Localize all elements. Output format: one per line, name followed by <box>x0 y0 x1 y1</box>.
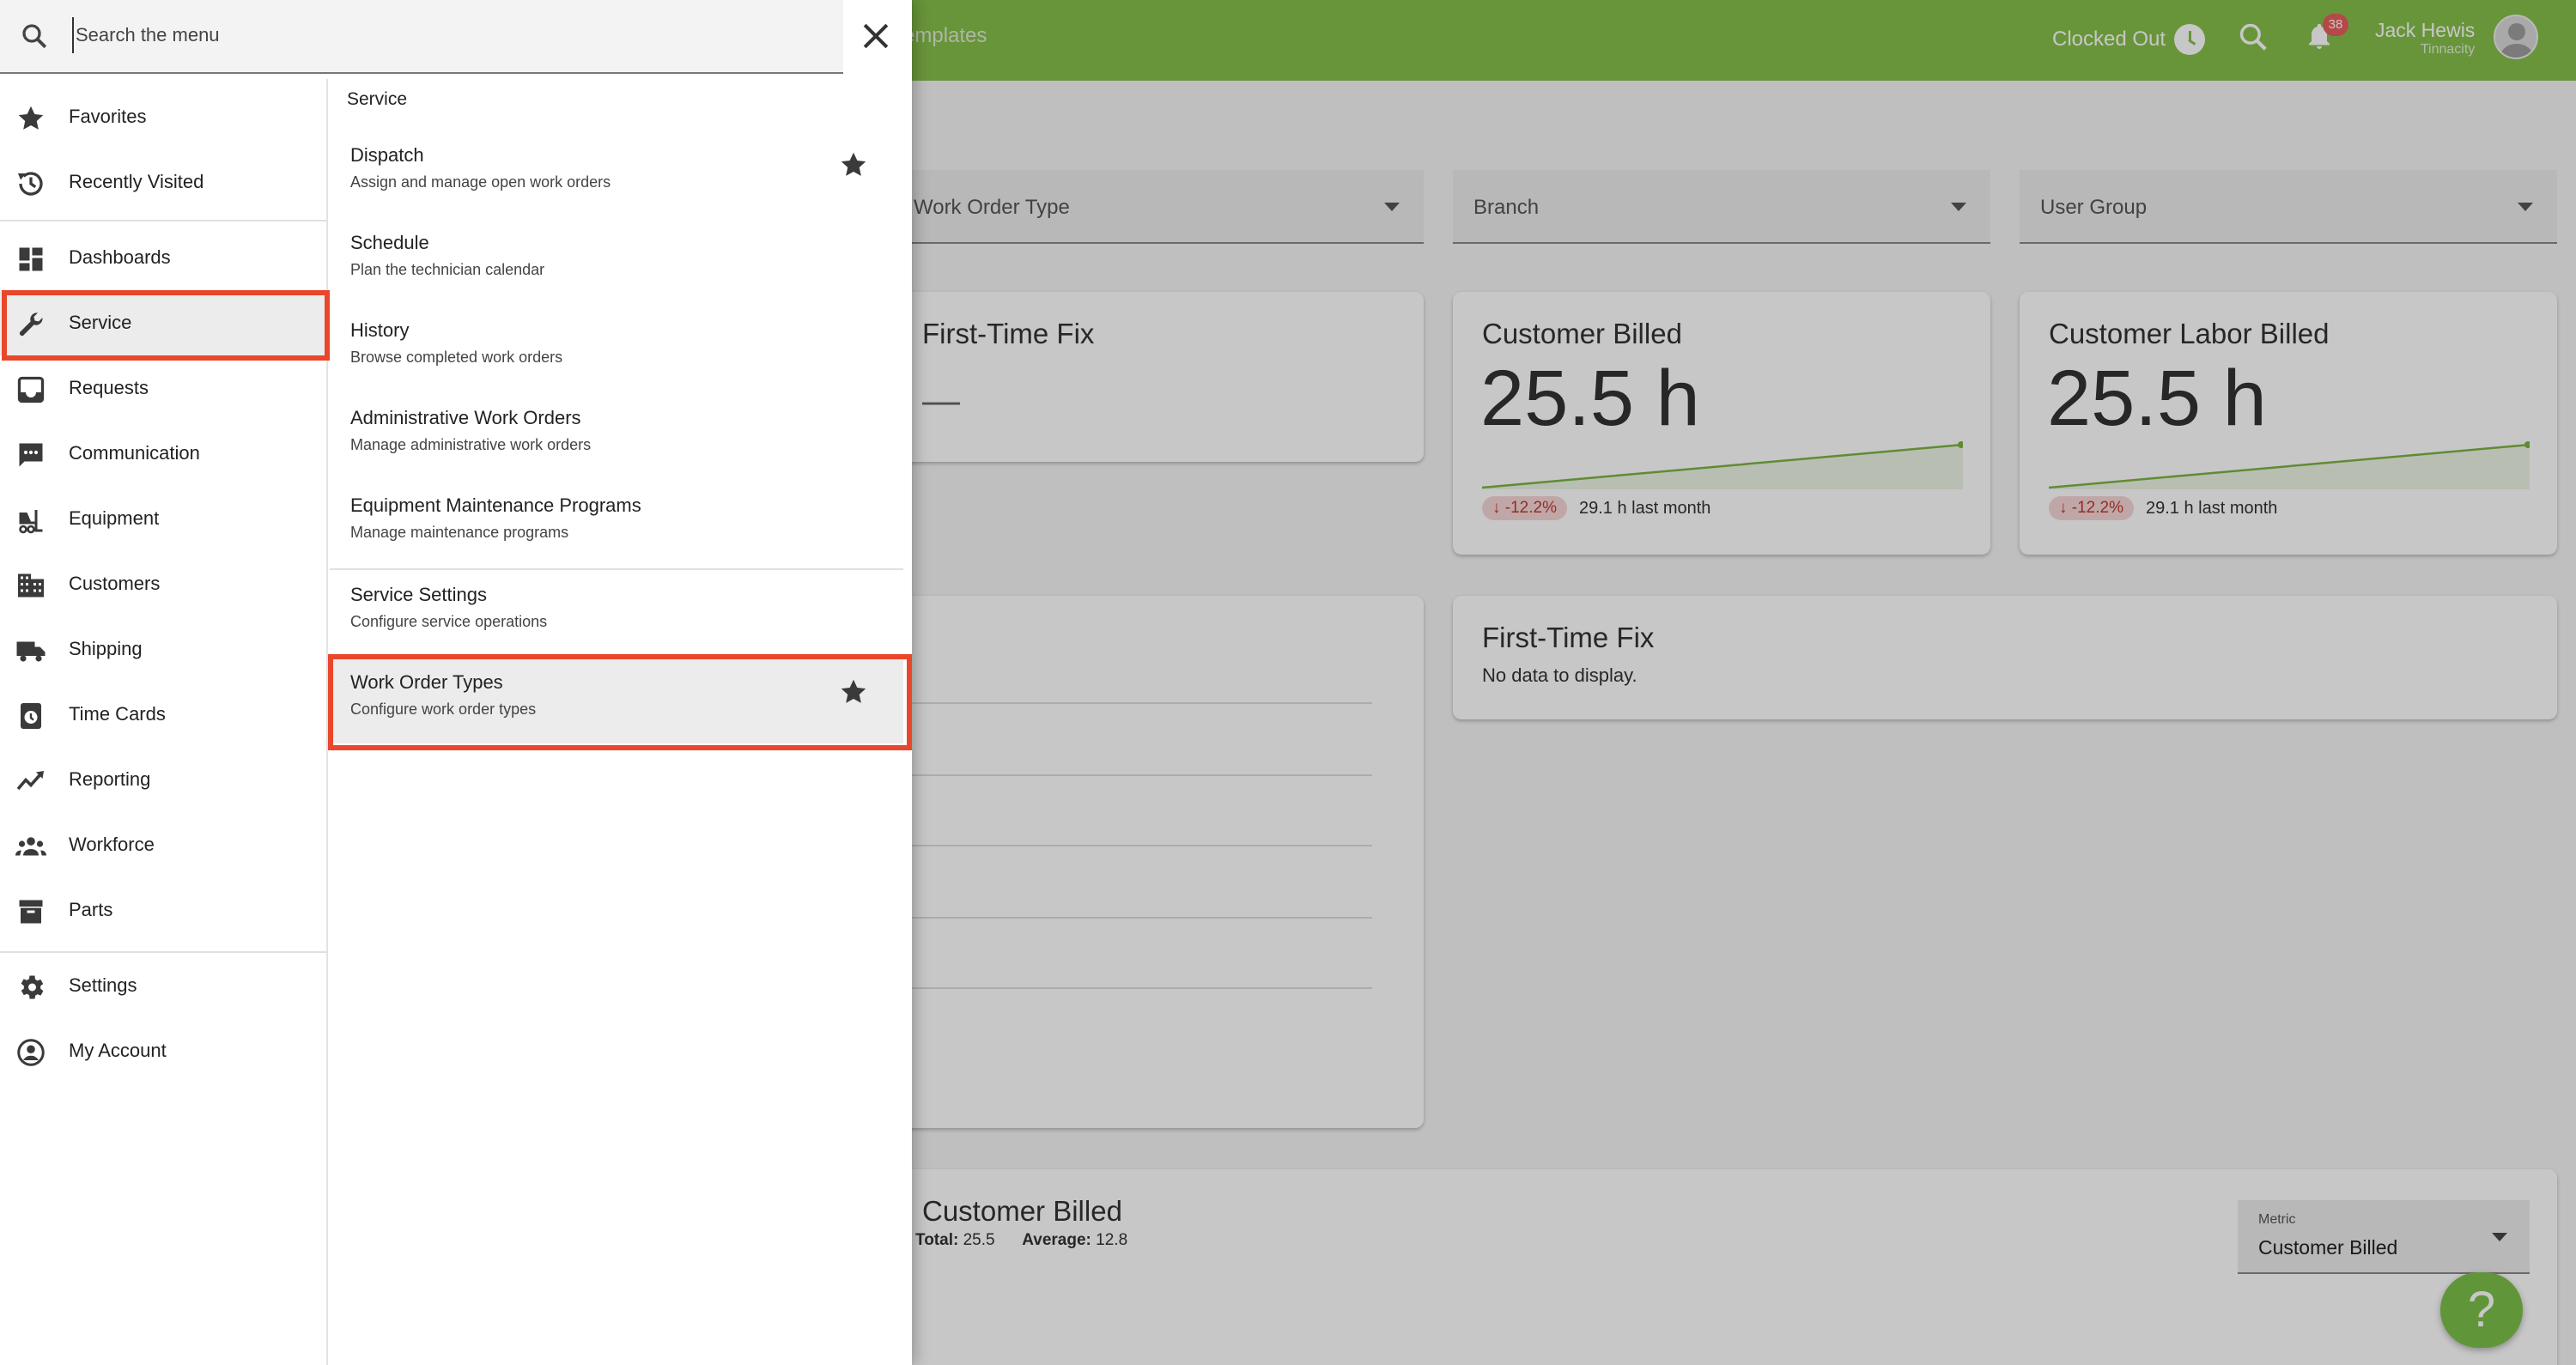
submenu-item-desc: Assign and manage open work orders <box>350 173 611 191</box>
nav-item-label: Settings <box>69 974 137 996</box>
submenu-item-title: Dispatch <box>350 144 424 166</box>
inbox-icon <box>17 376 45 403</box>
nav-item-customers[interactable]: Customers <box>0 551 328 616</box>
gear-icon <box>21 975 44 999</box>
star-icon <box>18 106 44 130</box>
submenu-item-desc: Browse completed work orders <box>350 349 563 366</box>
submenu-item-service-settings[interactable]: Service Settings Configure service opera… <box>330 568 903 656</box>
nav-item-service[interactable]: Service <box>0 290 328 355</box>
submenu-item-title: Work Order Types <box>350 671 503 693</box>
submenu-item-title: Equipment Maintenance Programs <box>350 494 641 516</box>
submenu-item-administrative-work-orders[interactable]: Administrative Work Orders Manage admini… <box>330 391 903 479</box>
nav-item-label: Service <box>69 312 132 333</box>
search-icon <box>22 24 47 49</box>
nav-item-communication[interactable]: Communication <box>0 421 328 486</box>
nav-item-requests[interactable]: Requests <box>0 355 328 421</box>
submenu-item-work-order-types[interactable]: Work Order Types Configure work order ty… <box>330 656 903 743</box>
dashboard-icon <box>19 247 43 271</box>
menu-search-bar <box>0 0 843 74</box>
menu-submenu-column: Service Dispatch Assign and manage open … <box>330 79 912 1365</box>
truck-icon <box>16 641 46 662</box>
nav-item-reporting[interactable]: Reporting <box>0 747 328 812</box>
nav-item-favorites[interactable]: Favorites <box>0 84 328 149</box>
wrench-icon <box>19 312 43 337</box>
trend-icon <box>16 771 44 791</box>
archive-icon <box>19 900 43 924</box>
nav-item-dashboards[interactable]: Dashboards <box>0 225 328 290</box>
chat-icon <box>19 443 43 467</box>
nav-item-label: Requests <box>69 377 149 398</box>
menu-search-input[interactable] <box>72 17 811 53</box>
timecard-icon <box>21 703 41 729</box>
nav-item-label: Time Cards <box>69 703 166 725</box>
nav-item-label: Workforce <box>69 834 155 855</box>
nav-item-label: Favorites <box>69 106 147 127</box>
building-icon <box>18 573 44 598</box>
submenu-section-title: Service <box>347 89 408 109</box>
submenu-item-desc: Plan the technician calendar <box>350 261 545 278</box>
submenu-item-title: Schedule <box>350 232 429 253</box>
nav-item-label: Parts <box>69 899 113 920</box>
submenu-item-schedule[interactable]: Schedule Plan the technician calendar <box>330 216 903 304</box>
nav-item-label: Dashboards <box>69 246 171 268</box>
account-icon <box>17 1039 45 1066</box>
submenu-item-history[interactable]: History Browse completed work orders <box>330 304 903 391</box>
nav-item-parts[interactable]: Parts <box>0 877 328 943</box>
submenu-item-title: Service Settings <box>350 584 487 605</box>
nav-item-shipping[interactable]: Shipping <box>0 616 328 682</box>
close-icon[interactable] <box>857 17 895 55</box>
submenu-item-title: History <box>350 319 410 341</box>
submenu-item-title: Administrative Work Orders <box>350 407 581 428</box>
nav-item-label: Reporting <box>69 768 151 790</box>
nav-item-recently-visited[interactable]: Recently Visited <box>0 149 328 215</box>
nav-item-label: My Account <box>69 1040 167 1061</box>
people-icon <box>15 837 46 856</box>
nav-item-time-cards[interactable]: Time Cards <box>0 682 328 747</box>
menu-drawer: Favorites Recently Visited Dashboards Se… <box>0 0 912 1365</box>
submenu-item-equipment-maintenance-programs[interactable]: Equipment Maintenance Programs Manage ma… <box>330 479 903 567</box>
submenu-item-desc: Manage administrative work orders <box>350 436 592 453</box>
nav-item-workforce[interactable]: Workforce <box>0 812 328 877</box>
nav-item-label: Equipment <box>69 507 160 529</box>
nav-item-label: Shipping <box>69 638 143 659</box>
menu-nav-column: Favorites Recently Visited Dashboards Se… <box>0 79 328 1365</box>
nav-item-my-account[interactable]: My Account <box>0 1018 328 1083</box>
star-icon[interactable] <box>838 149 869 180</box>
history-icon <box>18 172 43 196</box>
nav-item-settings[interactable]: Settings <box>0 953 328 1018</box>
nav-item-equipment[interactable]: Equipment <box>0 486 328 551</box>
nav-item-label: Recently Visited <box>69 171 204 192</box>
nav-item-label: Communication <box>69 442 200 464</box>
submenu-item-dispatch[interactable]: Dispatch Assign and manage open work ord… <box>330 129 903 216</box>
submenu-item-desc: Configure service operations <box>350 613 548 630</box>
forklift-icon <box>19 510 43 534</box>
submenu-item-desc: Manage maintenance programs <box>350 524 569 541</box>
nav-item-label: Customers <box>69 573 161 594</box>
nav-divider <box>0 220 326 221</box>
star-icon[interactable] <box>838 676 869 707</box>
submenu-item-desc: Configure work order types <box>350 701 537 718</box>
